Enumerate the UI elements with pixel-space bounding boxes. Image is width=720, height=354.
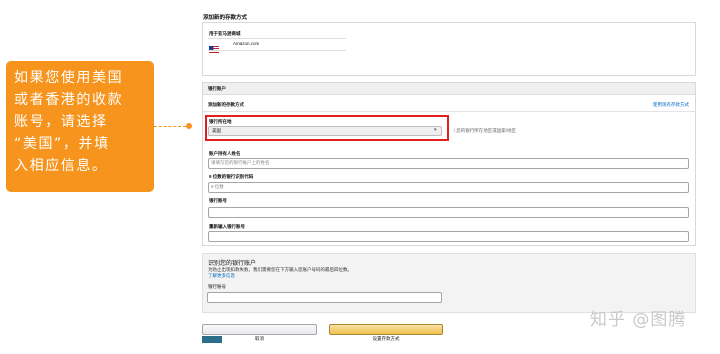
marketplace-divider <box>208 38 346 39</box>
holder-name-label: 账户持有人姓名 <box>209 151 241 156</box>
use-existing-link[interactable]: 使用现有存款方式 <box>653 102 689 107</box>
submit-button-label: 设置存款方式 <box>372 336 400 341</box>
bank-subheader: 添加新的存款方式 <box>208 102 244 107</box>
us-flag-icon <box>209 40 219 53</box>
account-confirm-input[interactable] <box>208 231 689 242</box>
bank-location-label: 银行所在地 <box>209 119 232 124</box>
bank-location-hint: i 您的银行所在地区或国家/地区 <box>454 128 516 133</box>
submit-button[interactable]: 设置存款方式 <box>329 324 443 341</box>
bank-location-value: 美国 <box>212 127 221 133</box>
account-confirm-label: 重新输入银行账号 <box>209 224 245 229</box>
verify-desc: 为防止出现扣款失败，我们需要您在下方输入您账户号码的最后四位数。 <box>208 267 352 272</box>
bank-header-bar <box>203 83 695 95</box>
callout-connector <box>154 126 186 127</box>
bank-header: 银行账户 <box>208 86 226 91</box>
language-tag[interactable]: 中文 <box>202 336 222 351</box>
verify-field-label: 银行账号 <box>208 284 226 289</box>
marketplace-label: 用于亚马逊商城 <box>209 31 241 36</box>
routing-label: 9 位数的银行识别代码 <box>209 174 254 179</box>
cancel-button-label: 取消 <box>255 336 264 341</box>
watermark: 知乎 @图腾 <box>590 310 687 330</box>
verify-panel <box>202 253 696 313</box>
bank-divider <box>203 111 695 112</box>
cancel-button[interactable]: 取消 <box>202 324 317 341</box>
holder-name-input[interactable] <box>208 158 689 169</box>
verify-account-input[interactable] <box>207 292 442 303</box>
callout-dot <box>186 123 192 129</box>
marketplace-panel <box>202 22 696 76</box>
routing-input[interactable] <box>208 182 689 193</box>
callout-text: 如果您使用美国 或者香港的收款 账号，请选择 “美国”，并填 入相应信息。 <box>14 70 124 174</box>
account-input[interactable] <box>208 207 689 218</box>
learn-more-link[interactable]: 了解更多信息 <box>208 273 235 278</box>
chevron-down-icon: ▾ <box>434 127 437 133</box>
language-tag-label: 中文 <box>205 346 214 351</box>
verify-title: 识别您的银行账户 <box>208 261 257 267</box>
page-title: 添加新的存款方式 <box>203 15 248 21</box>
routing-placeholder: 9 位数 <box>211 184 224 189</box>
holder-name-placeholder: 请填写您的银行账户上的姓名 <box>211 160 270 165</box>
account-label: 银行账号 <box>209 198 227 203</box>
marketplace-divider-2 <box>208 50 346 51</box>
bank-location-select[interactable] <box>208 126 442 136</box>
marketplace-value: Amazon.com <box>233 41 260 46</box>
